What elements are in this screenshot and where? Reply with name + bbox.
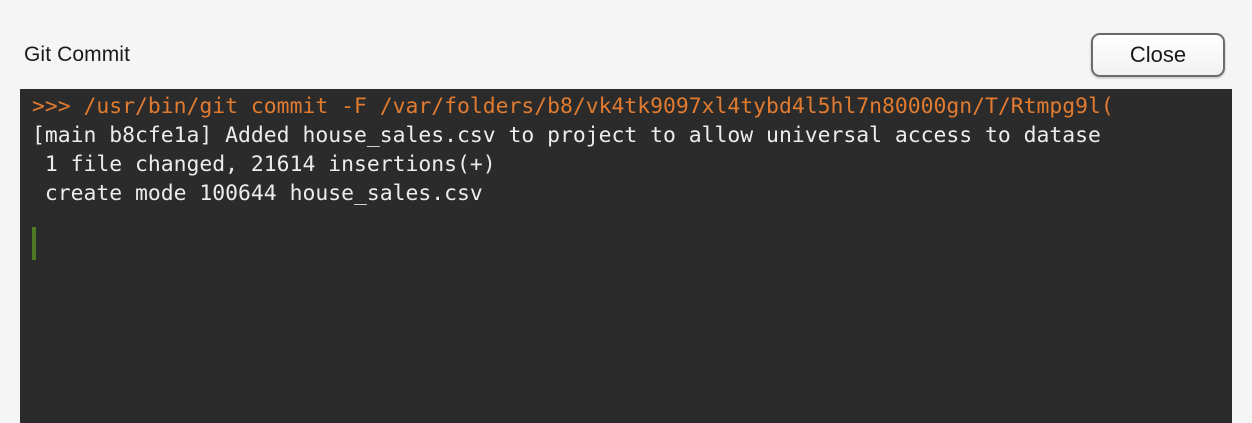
close-button[interactable]: Close (1091, 33, 1225, 77)
console-output-line: 1 file changed, 21614 insertions(+) (32, 152, 496, 177)
console-output[interactable]: >>> /usr/bin/git commit -F /var/folders/… (20, 89, 1232, 423)
console-command-line: >>> /usr/bin/git commit -F /var/folders/… (32, 94, 1114, 119)
console-output-line: [main b8cfe1a] Added house_sales.csv to … (32, 123, 1101, 148)
dialog-title: Git Commit (24, 43, 130, 66)
console-output-line: create mode 100644 house_sales.csv (32, 181, 483, 206)
git-commit-dialog: Git Commit Close >>> /usr/bin/git commit… (0, 0, 1252, 423)
text-cursor (32, 227, 36, 260)
